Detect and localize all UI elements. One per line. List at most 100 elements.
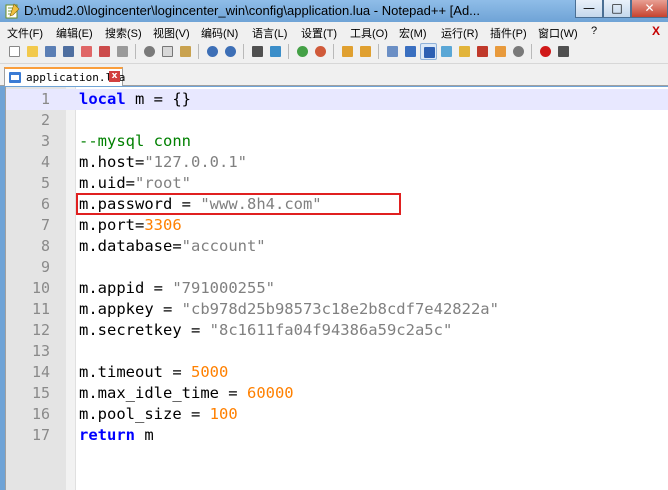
find-button[interactable] bbox=[249, 43, 266, 60]
replace-button[interactable] bbox=[267, 43, 284, 60]
tab-strip: application.lua x bbox=[0, 64, 668, 86]
sync-horizontal-button[interactable] bbox=[357, 43, 374, 60]
close-window-button[interactable]: ✕ bbox=[631, 0, 668, 18]
copy-button[interactable] bbox=[159, 43, 176, 60]
monitoring-button[interactable] bbox=[510, 43, 527, 60]
code-line[interactable]: 15 m.max_idle_time = 60000 bbox=[6, 383, 668, 404]
code-line[interactable]: 2 bbox=[6, 110, 668, 131]
line-number: 1 bbox=[40, 90, 50, 108]
folder-workspace-button[interactable] bbox=[492, 43, 509, 60]
cut-icon bbox=[144, 46, 155, 57]
code-text: local m = {} bbox=[79, 89, 191, 110]
code-token: return bbox=[79, 426, 135, 444]
close-all-icon bbox=[99, 46, 110, 57]
undo-button[interactable] bbox=[204, 43, 221, 60]
title-bar: D:\mud2.0\logincenter\logincenter_win\co… bbox=[0, 0, 668, 22]
code-line[interactable]: 13 bbox=[6, 341, 668, 362]
code-text: m.appid = "791000255" bbox=[79, 278, 275, 299]
sync-h-icon bbox=[360, 46, 371, 57]
print-button[interactable] bbox=[114, 43, 131, 60]
menu-search[interactable]: 搜索(S) bbox=[105, 25, 142, 41]
code-editor[interactable]: 1 local m = {} 2 3 --mysql conn 4 m.host="127.… bbox=[5, 87, 668, 490]
code-text: m.port=3306 bbox=[79, 215, 182, 236]
sync-vertical-button[interactable] bbox=[339, 43, 356, 60]
code-line[interactable]: 12 m.secretkey = "8c1611fa04f94386a59c2a5… bbox=[6, 320, 668, 341]
line-number: 17 bbox=[31, 426, 50, 444]
word-wrap-button[interactable] bbox=[384, 43, 401, 60]
code-token: local bbox=[79, 90, 126, 108]
redo-button[interactable] bbox=[222, 43, 239, 60]
code-token: 100 bbox=[209, 405, 238, 423]
code-line[interactable]: 4 m.host="127.0.0.1" bbox=[6, 152, 668, 173]
save-all-button[interactable] bbox=[60, 43, 77, 60]
zoom-in-button[interactable] bbox=[294, 43, 311, 60]
line-number: 6 bbox=[40, 195, 50, 213]
menu-view[interactable]: 视图(V) bbox=[153, 25, 190, 41]
code-line[interactable]: 7 m.port=3306 bbox=[6, 215, 668, 236]
menu-plugins[interactable]: 插件(P) bbox=[490, 25, 527, 41]
code-line[interactable]: 14 m.timeout = 5000 bbox=[6, 362, 668, 383]
open-file-button[interactable] bbox=[24, 43, 41, 60]
menu-run[interactable]: 运行(R) bbox=[441, 25, 478, 41]
saved-file-icon bbox=[9, 72, 21, 83]
close-all-button[interactable] bbox=[96, 43, 113, 60]
new-file-button[interactable] bbox=[6, 43, 23, 60]
udl-icon bbox=[441, 46, 452, 57]
menu-bar: 文件(F) 编辑(E) 搜索(S) 视图(V) 编码(N) 语言(L) 设置(T… bbox=[0, 22, 668, 40]
close-document-button[interactable]: X bbox=[652, 24, 660, 38]
paste-button[interactable] bbox=[177, 43, 194, 60]
tab-close-button[interactable]: x bbox=[109, 71, 120, 82]
function-list-icon bbox=[477, 46, 488, 57]
menu-tools[interactable]: 工具(O) bbox=[350, 25, 388, 41]
toolbar-separator bbox=[378, 44, 379, 59]
stop-macro-button[interactable] bbox=[555, 43, 572, 60]
cut-button[interactable] bbox=[141, 43, 158, 60]
menu-edit[interactable]: 编辑(E) bbox=[56, 25, 93, 41]
code-line[interactable]: 11 m.appkey = "cb978d25b98573c18e2b8cdf7e… bbox=[6, 299, 668, 320]
code-line[interactable]: 16 m.pool_size = 100 bbox=[6, 404, 668, 425]
menu-macro[interactable]: 宏(M) bbox=[399, 25, 427, 41]
menu-settings[interactable]: 设置(T) bbox=[301, 25, 337, 41]
code-token: m.port= bbox=[79, 216, 145, 234]
document-map-button[interactable] bbox=[456, 43, 473, 60]
code-token: m.appid = bbox=[79, 279, 173, 297]
code-line[interactable]: 10 m.appid = "791000255" bbox=[6, 278, 668, 299]
code-token: "8c1611fa04f94386a59c2a5c" bbox=[209, 321, 453, 339]
code-text: m.pool_size = 100 bbox=[79, 404, 238, 425]
menu-language[interactable]: 语言(L) bbox=[252, 25, 287, 41]
tab-application-lua[interactable]: application.lua x bbox=[4, 67, 125, 86]
code-text: m.secretkey = "8c1611fa04f94386a59c2a5c" bbox=[79, 320, 452, 341]
paste-icon bbox=[180, 46, 191, 57]
indent-guide-icon bbox=[424, 47, 435, 58]
open-icon bbox=[27, 46, 38, 57]
code-line[interactable]: 3 --mysql conn bbox=[6, 131, 668, 152]
maximize-button[interactable]: □ bbox=[603, 0, 631, 18]
menu-window[interactable]: 窗口(W) bbox=[538, 25, 578, 41]
menu-file[interactable]: 文件(F) bbox=[7, 25, 43, 41]
code-text: m.timeout = 5000 bbox=[79, 362, 228, 383]
code-line[interactable]: 9 bbox=[6, 257, 668, 278]
indent-guide-button[interactable] bbox=[420, 43, 437, 60]
code-token: m.host= bbox=[79, 153, 145, 171]
code-line[interactable]: 17 return m bbox=[6, 425, 668, 446]
code-token: 3306 bbox=[144, 216, 182, 234]
code-line[interactable]: 1 local m = {} bbox=[6, 89, 668, 110]
line-number: 7 bbox=[40, 216, 50, 234]
line-number: 3 bbox=[40, 132, 50, 150]
save-button[interactable] bbox=[42, 43, 59, 60]
code-line[interactable]: 5 m.uid="root" bbox=[6, 173, 668, 194]
stop-icon bbox=[558, 46, 569, 57]
line-number: 8 bbox=[40, 237, 50, 255]
replace-icon bbox=[270, 46, 281, 57]
minimize-button[interactable]: — bbox=[575, 0, 603, 18]
menu-encoding[interactable]: 编码(N) bbox=[201, 25, 238, 41]
user-defined-language-button[interactable] bbox=[438, 43, 455, 60]
close-button[interactable] bbox=[78, 43, 95, 60]
code-token: 5000 bbox=[190, 363, 229, 381]
record-macro-button[interactable] bbox=[537, 43, 554, 60]
function-list-button[interactable] bbox=[474, 43, 491, 60]
code-line[interactable]: 8 m.database="account" bbox=[6, 236, 668, 257]
zoom-out-button[interactable] bbox=[312, 43, 329, 60]
menu-help[interactable]: ? bbox=[591, 25, 597, 37]
show-all-chars-button[interactable] bbox=[402, 43, 419, 60]
